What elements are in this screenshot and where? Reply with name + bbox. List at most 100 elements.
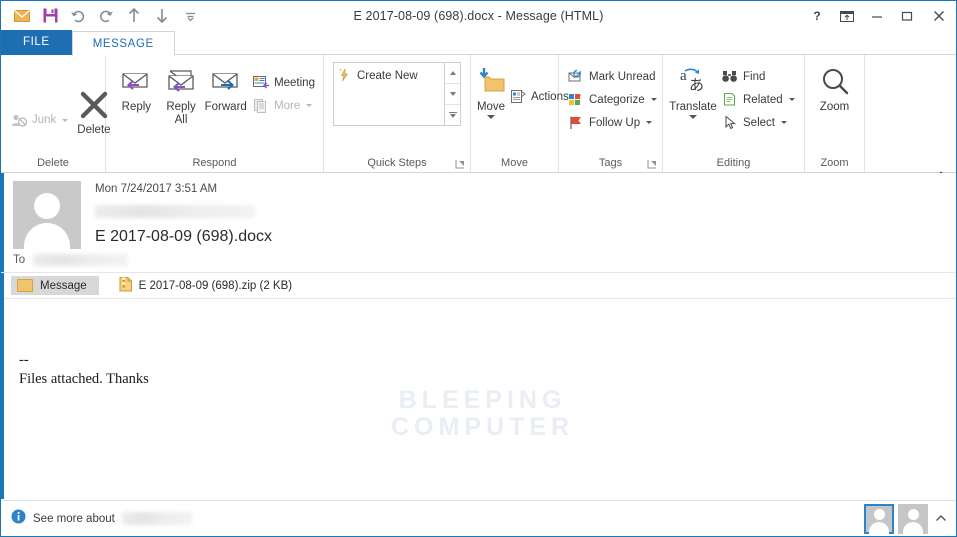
- meeting-icon: [253, 74, 270, 91]
- undo-icon[interactable]: [65, 5, 91, 27]
- zoom-label: Zoom: [819, 101, 850, 113]
- scroll-up-button[interactable]: [445, 63, 460, 84]
- chevron-down-icon: [646, 121, 653, 124]
- junk-button[interactable]: Junk: [8, 109, 71, 132]
- reply-icon: [119, 65, 153, 99]
- find-label: Find: [743, 70, 766, 83]
- message-tab-button[interactable]: Message: [11, 276, 99, 295]
- message-folder-icon: [17, 279, 33, 292]
- related-button[interactable]: Related: [719, 88, 798, 111]
- meeting-button[interactable]: Meeting: [250, 71, 318, 94]
- help-button[interactable]: ?: [802, 3, 832, 29]
- attachment-bar: Message E 2017-08-09 (698).zip (2 KB): [1, 273, 956, 299]
- minimize-button[interactable]: [862, 3, 892, 29]
- ribbon-group-label-tags: Tags: [559, 155, 662, 172]
- save-icon[interactable]: [37, 5, 63, 27]
- ribbon-group-label-zoom: Zoom: [820, 157, 849, 169]
- envelope-icon[interactable]: [9, 5, 35, 27]
- title-bar: E 2017-08-09 (698).docx - Message (HTML)…: [1, 1, 956, 30]
- zoom-magnifier-icon: [819, 65, 851, 99]
- mark-unread-button[interactable]: Mark Unread: [565, 65, 658, 88]
- redo-icon[interactable]: [93, 5, 119, 27]
- mark-unread-label: Mark Unread: [589, 70, 656, 83]
- customize-qat-icon[interactable]: [177, 5, 203, 27]
- message-body[interactable]: BLEEPING COMPUTER -- Files attached. Tha…: [1, 299, 956, 441]
- scroll-down-button[interactable]: [445, 84, 460, 105]
- ribbon-tabs: FILE MESSAGE: [1, 30, 956, 56]
- tab-file[interactable]: FILE: [1, 30, 72, 55]
- to-label: To: [13, 254, 26, 266]
- translate-button[interactable]: a あ Translate: [667, 59, 719, 119]
- select-button[interactable]: Select: [719, 111, 798, 134]
- attachment-item[interactable]: E 2017-08-09 (698).zip (2 KB): [107, 276, 292, 295]
- more-options-button[interactable]: [445, 105, 460, 125]
- people-pane-avatar[interactable]: [898, 503, 928, 534]
- reading-pane: Mon 7/24/2017 3:51 AM E 2017-08-09 (698)…: [1, 173, 956, 499]
- outlook-message-window: E 2017-08-09 (698).docx - Message (HTML)…: [0, 0, 957, 537]
- reply-button[interactable]: Reply: [114, 59, 159, 114]
- people-pane-expand-button[interactable]: [932, 510, 950, 528]
- ribbon-group-zoom: Zoom Zoom: [805, 55, 865, 172]
- chevron-down-icon: [788, 98, 795, 101]
- ribbon-group-label-editing: Editing: [716, 157, 751, 169]
- maximize-button[interactable]: [892, 3, 922, 29]
- quick-steps-dialog-launcher[interactable]: [455, 159, 466, 170]
- overflow-icon: [448, 112, 457, 118]
- select-label: Select: [743, 116, 775, 129]
- ribbon-group-tags: Mark Unread Categorize Follow Up Tags: [559, 55, 663, 172]
- body-line-2: Files attached. Thanks: [19, 371, 149, 387]
- quick-step-lightning-icon: [338, 68, 352, 85]
- bleeping-computer-watermark: BLEEPING COMPUTER: [391, 387, 574, 441]
- info-icon[interactable]: [11, 509, 26, 529]
- quick-step-create-new[interactable]: Create New: [338, 67, 444, 85]
- quick-steps-gallery[interactable]: Create New: [333, 62, 461, 126]
- attachment-name: E 2017-08-09 (698).zip (2 KB): [138, 279, 293, 292]
- status-bar: See more about: [1, 500, 956, 536]
- ribbon-group-quick-steps: Create New Quick Steps: [324, 55, 471, 172]
- forward-button[interactable]: Forward: [203, 59, 248, 114]
- reply-all-label: Reply All: [166, 101, 196, 126]
- chevron-down-icon: [487, 115, 495, 119]
- more-button[interactable]: More: [250, 94, 318, 117]
- people-pane-avatar-selected[interactable]: [864, 503, 894, 534]
- follow-up-label: Follow Up: [589, 116, 641, 129]
- junk-icon: [11, 112, 28, 129]
- translate-icon: a あ: [676, 65, 710, 99]
- forward-label: Forward: [204, 101, 247, 113]
- related-icon: [722, 91, 739, 108]
- ribbon-group-respond: Reply Reply All Forward Meeting More Res…: [106, 55, 324, 172]
- window-controls: ?: [802, 1, 956, 30]
- next-item-icon[interactable]: [149, 5, 175, 27]
- ribbon-group-editing: a あ Translate Find Related Select Editin…: [663, 55, 805, 172]
- move-button[interactable]: Move: [475, 59, 507, 119]
- tab-message[interactable]: MESSAGE: [71, 31, 175, 56]
- chevron-down-icon: [62, 118, 69, 122]
- more-label: More: [274, 99, 301, 112]
- ribbon-group-label-move: Move: [501, 157, 528, 169]
- categorize-button[interactable]: Categorize: [565, 88, 660, 111]
- quick-steps-scrollbar[interactable]: [444, 63, 460, 125]
- body-line-1: --: [19, 352, 29, 368]
- find-button[interactable]: Find: [719, 65, 798, 88]
- sender-address-redacted: [95, 204, 255, 218]
- follow-up-button[interactable]: Follow Up: [565, 111, 655, 134]
- ribbon-display-options-button[interactable]: [832, 3, 862, 29]
- sender-row[interactable]: [95, 198, 944, 224]
- previous-item-icon[interactable]: [121, 5, 147, 27]
- reply-label: Reply: [121, 101, 152, 113]
- ribbon-group-label-quick-steps: Quick Steps: [324, 155, 470, 172]
- triangle-down-icon: [449, 92, 456, 96]
- sender-avatar[interactable]: [13, 181, 81, 249]
- junk-label: Junk: [32, 114, 57, 126]
- quick-step-label: Create New: [357, 70, 418, 82]
- follow-up-flag-icon: [568, 114, 585, 131]
- close-button[interactable]: [922, 3, 956, 29]
- see-more-about-label[interactable]: See more about: [33, 513, 115, 525]
- recipient-row: To: [1, 249, 956, 272]
- tags-dialog-launcher[interactable]: [647, 159, 658, 170]
- zoom-button[interactable]: Zoom: [810, 59, 859, 114]
- reply-all-button[interactable]: Reply All: [159, 59, 204, 127]
- svg-text:?: ?: [813, 9, 820, 23]
- zip-file-icon: [119, 276, 133, 295]
- recipient-redacted: [33, 254, 129, 266]
